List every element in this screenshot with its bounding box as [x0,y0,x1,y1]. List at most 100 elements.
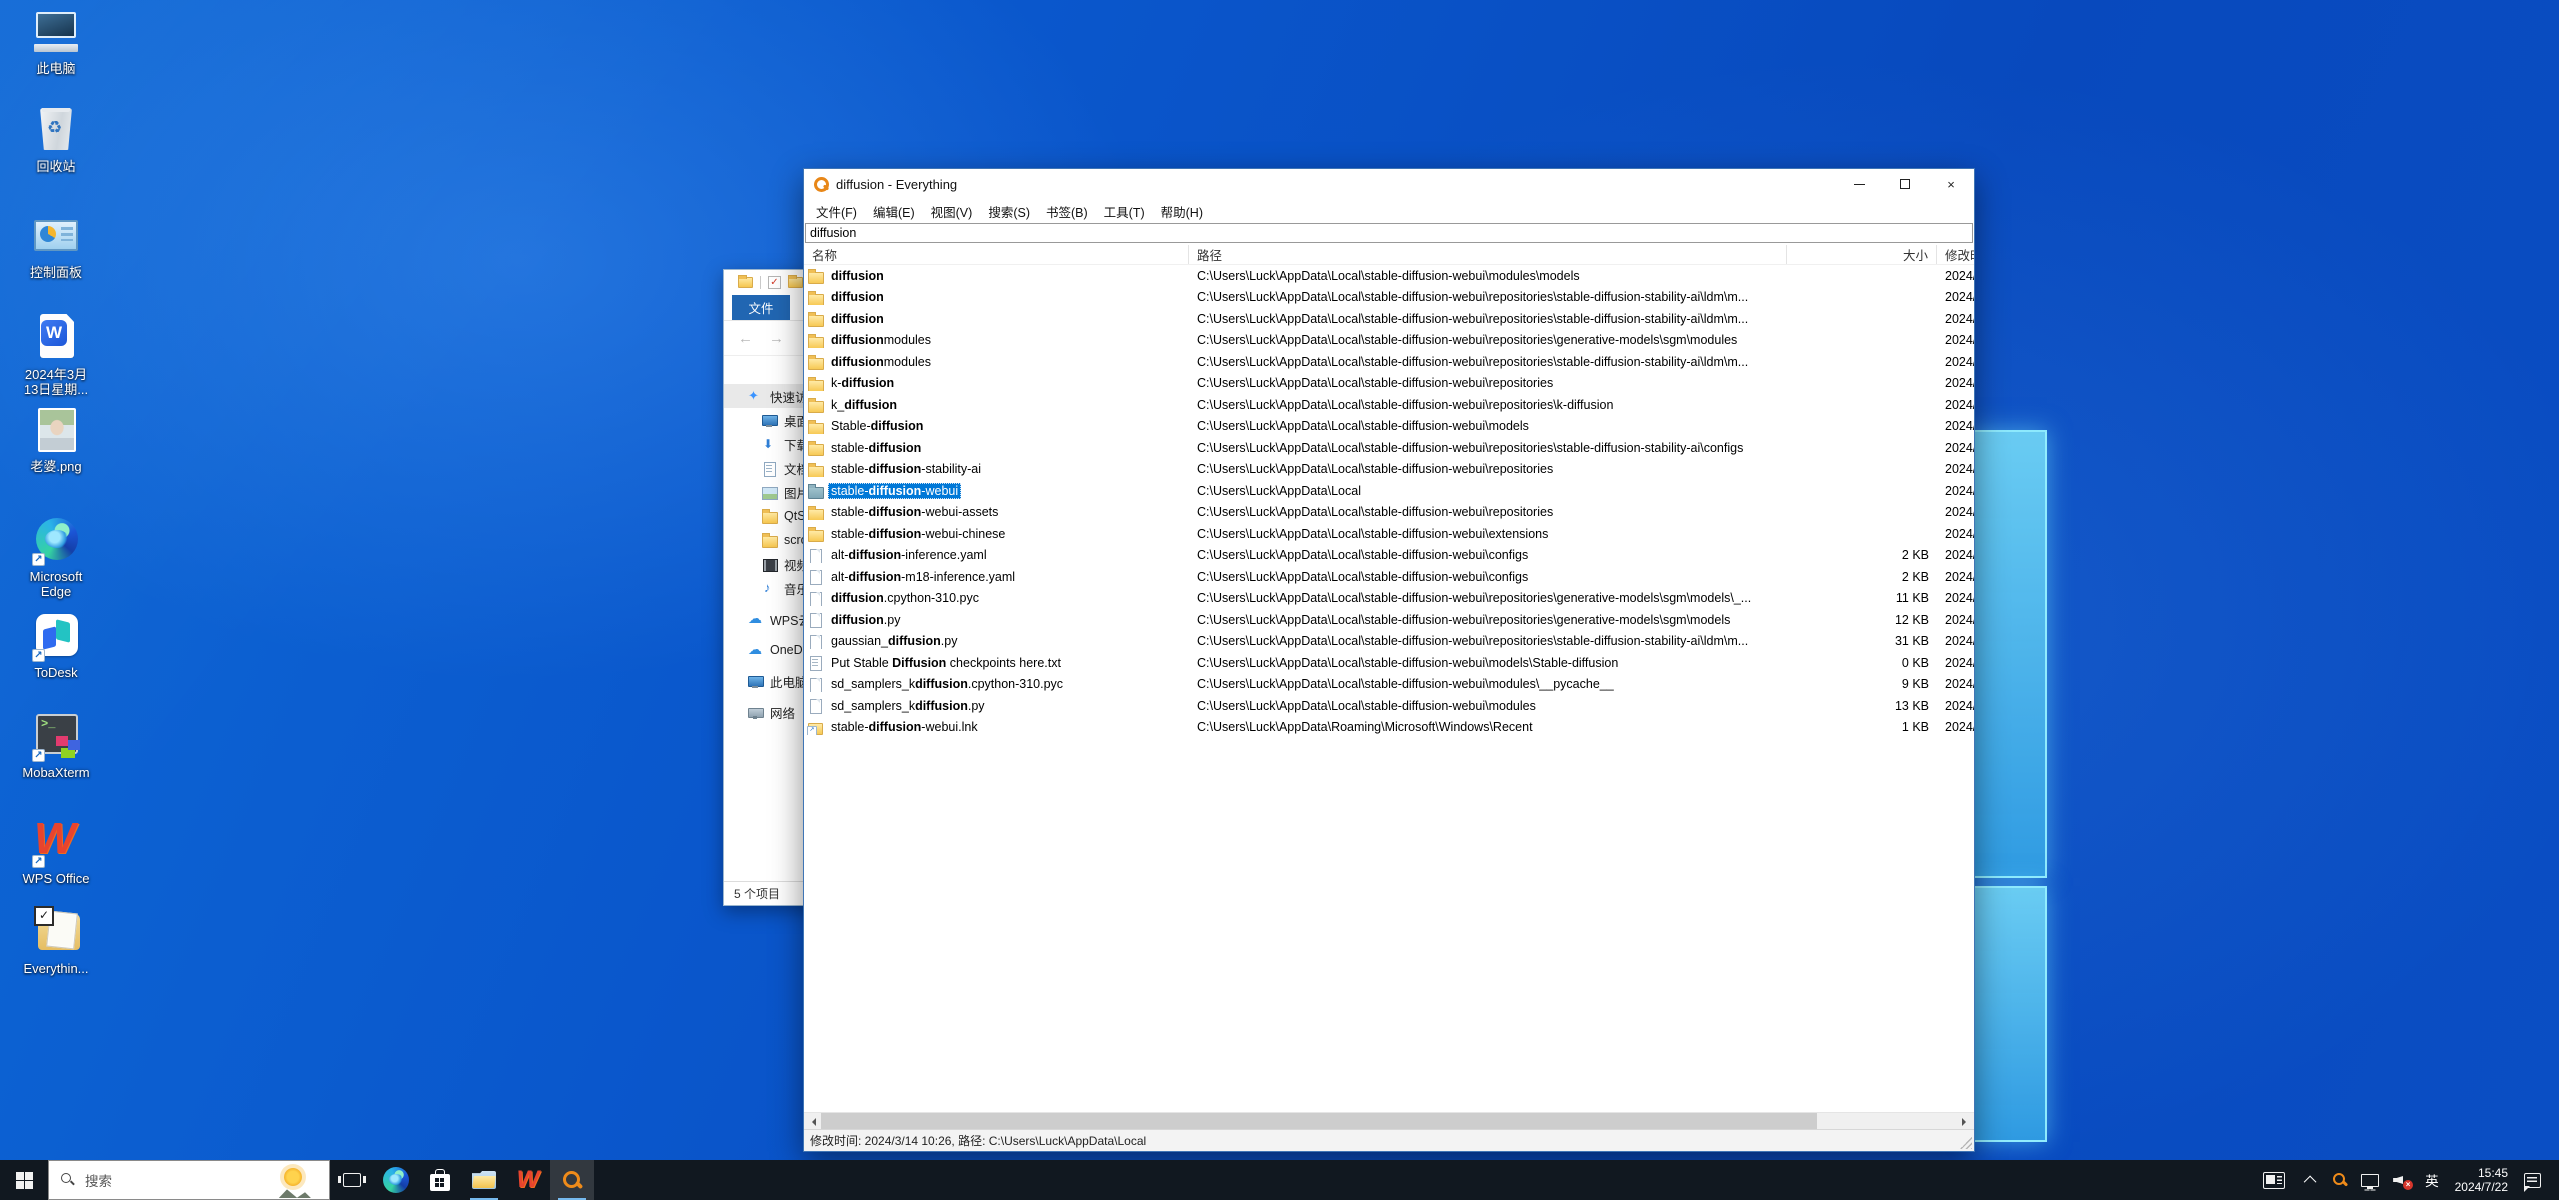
everything-menubar: 文件(F)编辑(E)视图(V)搜索(S)书签(B)工具(T)帮助(H) [804,199,1974,223]
file-name: diffusion.py [804,612,1189,628]
desktop-icon-todesk[interactable]: ToDesk [4,612,108,680]
menu-item[interactable]: 书签(B) [1038,202,1096,221]
result-row[interactable]: alt-diffusion-m18-inference.yamlC:\Users… [804,566,1974,588]
result-row[interactable]: k_diffusionC:\Users\Luck\AppData\Local\s… [804,394,1974,416]
result-row[interactable]: stable-diffusionC:\Users\Luck\AppData\Lo… [804,437,1974,459]
forward-icon[interactable]: → [769,330,784,347]
taskbar-store-button[interactable] [418,1160,462,1200]
everything-tray-icon[interactable] [2332,1172,2348,1188]
wallpaper-window-logo-pane-bottom [1970,886,2047,1142]
network-icon[interactable] [2361,1174,2379,1187]
result-row[interactable]: stable-diffusion-webui-assetsC:\Users\Lu… [804,502,1974,524]
volume-muted-icon[interactable] [2393,1172,2411,1188]
result-row[interactable]: stable-diffusion-webui-chineseC:\Users\L… [804,523,1974,545]
file-path: C:\Users\Luck\AppData\Local\stable-diffu… [1189,419,1787,433]
news-widget-icon[interactable] [2263,1172,2285,1189]
file-modified: 2024/3 [1937,720,1974,734]
result-row[interactable]: stable-diffusion-webuiC:\Users\Luck\AppD… [804,480,1974,502]
desktop-icon-wps[interactable]: WPS Office [4,818,108,886]
file-path: C:\Users\Luck\AppData\Local\stable-diffu… [1189,656,1787,670]
hidden-icons-chevron-icon[interactable] [2304,1175,2317,1188]
taskbar-edge-button[interactable] [374,1160,418,1200]
result-row[interactable]: diffusionmodulesC:\Users\Luck\AppData\Lo… [804,330,1974,352]
menu-item[interactable]: 编辑(E) [865,202,923,221]
file-name: stable-diffusion-webui-assets [804,504,1189,520]
results-empty-area [804,738,1974,1112]
file-path: C:\Users\Luck\AppData\Local\stable-diffu… [1189,591,1787,605]
clock[interactable]: 15:45 2024/7/22 [2455,1166,2508,1194]
column-header-name[interactable]: 名称 [804,245,1189,264]
file-modified: 2024/3 [1937,548,1974,562]
file-icon [807,548,823,563]
column-header-modified[interactable]: 修改时间 [1937,245,1974,264]
taskbar-everything-button[interactable] [550,1160,594,1200]
pc-icon [748,675,763,688]
maximize-button[interactable] [1882,169,1928,199]
result-row[interactable]: Stable-diffusionC:\Users\Luck\AppData\Lo… [804,416,1974,438]
back-icon[interactable]: ← [738,330,753,347]
checkbox-icon[interactable]: ✓ [768,276,781,289]
action-center-icon[interactable] [2524,1173,2541,1188]
taskbar-search-box[interactable]: 搜索 [48,1160,330,1200]
menu-item[interactable]: 视图(V) [923,202,981,221]
file-size: 2 KB [1787,570,1937,584]
column-header-size[interactable]: 大小 [1787,245,1937,264]
result-row[interactable]: alt-diffusion-inference.yamlC:\Users\Luc… [804,545,1974,567]
horizontal-scrollbar[interactable] [804,1112,1974,1129]
desktop-icon-wps-doc[interactable]: 2024年3月 13日星期... [4,314,108,397]
minimize-button[interactable] [1836,169,1882,199]
result-row[interactable]: k-diffusionC:\Users\Luck\AppData\Local\s… [804,373,1974,395]
file-modified: 2024/3 [1937,376,1974,390]
file-name: stable-diffusion-webui [804,483,1189,499]
task-view-button[interactable] [330,1160,374,1200]
result-row[interactable]: sd_samplers_kdiffusion.pyC:\Users\Luck\A… [804,695,1974,717]
result-row[interactable]: diffusionC:\Users\Luck\AppData\Local\sta… [804,308,1974,330]
result-row[interactable]: diffusionmodulesC:\Users\Luck\AppData\Lo… [804,351,1974,373]
file-size: 13 KB [1787,699,1937,713]
scroll-left-icon[interactable] [804,1113,821,1130]
everything-titlebar[interactable]: diffusion - Everything × [804,169,1974,199]
tab-file[interactable]: 文件 [732,295,790,320]
menu-item[interactable]: 搜索(S) [980,202,1038,221]
taskbar-wps-button[interactable]: W [506,1160,550,1200]
result-row[interactable]: gaussian_diffusion.pyC:\Users\Luck\AppDa… [804,631,1974,653]
file-icon [807,569,823,584]
desktop-icon-recycle-bin[interactable]: 回收站 [4,106,108,174]
result-row[interactable]: diffusionC:\Users\Luck\AppData\Local\sta… [804,265,1974,287]
shortcut-arrow-icon [32,649,45,662]
menu-item[interactable]: 文件(F) [808,202,865,221]
scroll-right-icon[interactable] [1957,1113,1974,1130]
network-icon [748,706,763,719]
close-button[interactable]: × [1928,169,1974,199]
folder-icon [807,290,823,305]
folder-icon [807,483,823,498]
desktop[interactable]: 此电脑回收站控制面板 2024年3月 13日星期... 老婆.png Microsof… [0,0,2559,1200]
result-row[interactable]: diffusion.cpython-310.pycC:\Users\Luck\A… [804,588,1974,610]
start-button[interactable] [0,1160,48,1200]
menu-item[interactable]: 帮助(H) [1153,202,1211,221]
desktop-icon-mobaxterm[interactable]: MobaXterm [4,712,108,780]
result-row[interactable]: diffusion.pyC:\Users\Luck\AppData\Local\… [804,609,1974,631]
column-header-path[interactable]: 路径 [1189,245,1787,264]
result-row[interactable]: Put Stable Diffusion checkpoints here.tx… [804,652,1974,674]
scrollbar-thumb[interactable] [821,1113,1817,1130]
result-row[interactable]: stable-diffusion-stability-aiC:\Users\Lu… [804,459,1974,481]
weather-sun-icon[interactable] [277,1164,311,1198]
ime-indicator[interactable]: 英 [2425,1170,2439,1190]
desktop-icon-everything[interactable]: Everythin... [4,908,108,976]
taskbar-explorer-button[interactable] [462,1160,506,1200]
search-input[interactable] [805,223,1973,243]
result-row[interactable]: sd_samplers_kdiffusion.cpython-310.pycC:… [804,674,1974,696]
desktop-icon-photo[interactable]: 老婆.png [4,406,108,474]
everything-window[interactable]: diffusion - Everything × 文件(F)编辑(E)视图(V)… [803,168,1975,1152]
desktop-icon-control-panel[interactable]: 控制面板 [4,212,108,280]
file-path: C:\Users\Luck\AppData\Local\stable-diffu… [1189,269,1787,283]
menu-item[interactable]: 工具(T) [1096,202,1153,221]
sidebar-item-label: 网络 [770,703,795,722]
desktop-icon-this-pc[interactable]: 此电脑 [4,8,108,76]
file-modified: 2024/3 [1937,656,1974,670]
star-icon [748,390,763,403]
result-row[interactable]: diffusionC:\Users\Luck\AppData\Local\sta… [804,287,1974,309]
desktop-icon-edge[interactable]: Microsoft Edge [4,516,108,599]
result-row[interactable]: stable-diffusion-webui.lnkC:\Users\Luck\… [804,717,1974,739]
